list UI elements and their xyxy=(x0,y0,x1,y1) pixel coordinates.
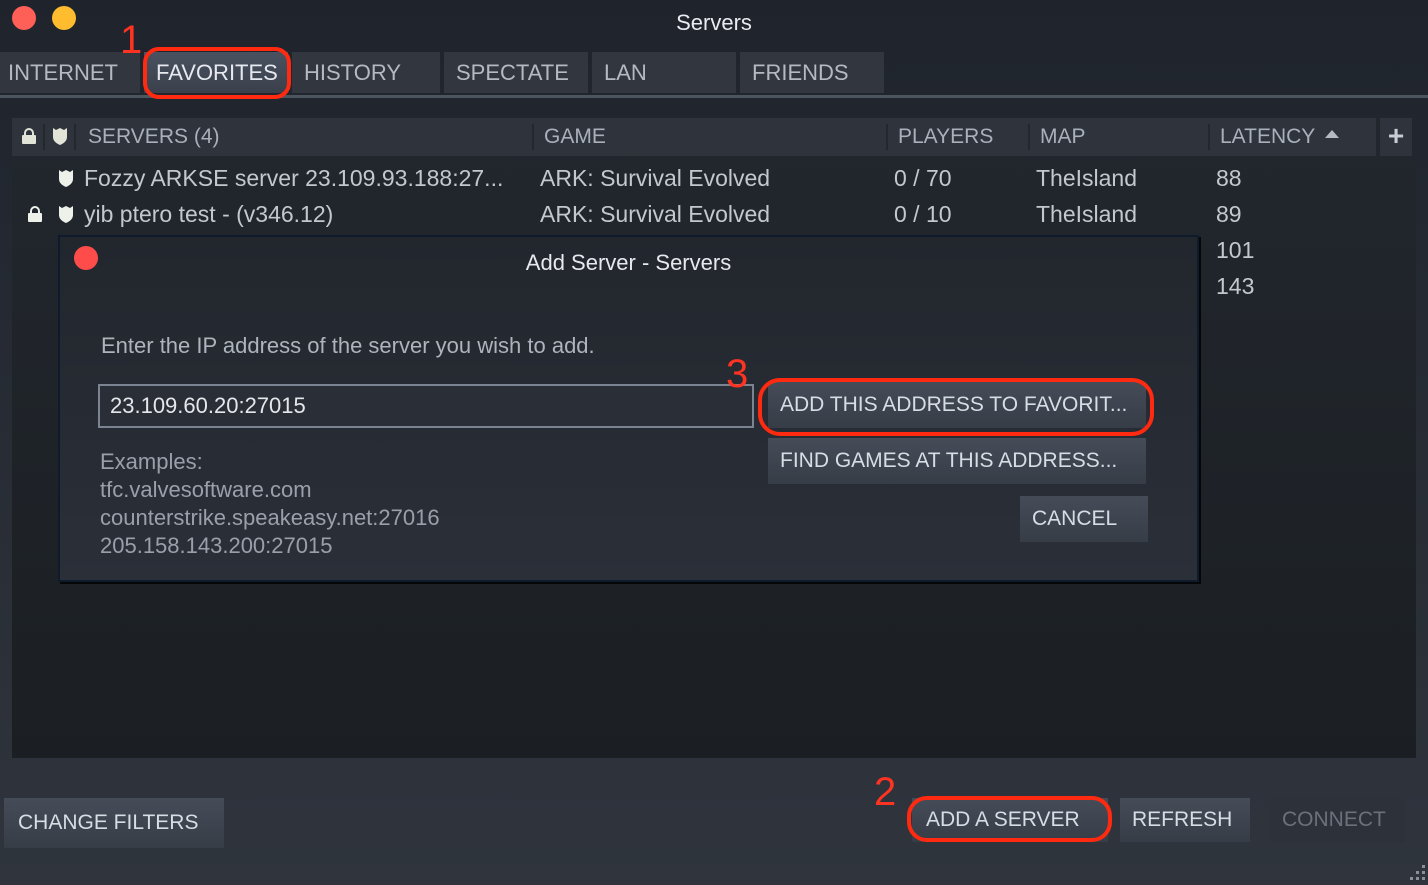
tab-spectate[interactable]: SPECTATE xyxy=(444,52,588,93)
dialog-prompt: Enter the IP address of the server you w… xyxy=(101,333,595,358)
shield-icon xyxy=(58,170,74,187)
server-name: Fozzy ARKSE server 23.109.93.188:27... xyxy=(84,165,504,191)
find-games-button[interactable]: FIND GAMES AT THIS ADDRESS... xyxy=(768,438,1146,484)
lock-icon xyxy=(28,206,42,222)
sort-ascending-icon xyxy=(1325,130,1340,139)
server-latency: 143 xyxy=(1216,273,1255,299)
server-players: 0 / 70 xyxy=(894,165,952,191)
server-latency: 101 xyxy=(1216,237,1255,263)
column-header-latency-label: LATENCY xyxy=(1220,125,1316,148)
column-header-servers[interactable]: SERVERS (4) xyxy=(88,118,220,156)
server-game: ARK: Survival Evolved xyxy=(540,165,771,191)
server-players: 0 / 10 xyxy=(894,201,952,227)
lock-icon[interactable] xyxy=(22,128,36,144)
shield-icon xyxy=(58,206,74,223)
tab-history[interactable]: HISTORY xyxy=(292,52,440,93)
change-filters-button[interactable]: CHANGE FILTERS xyxy=(4,798,224,848)
add-column-button[interactable]: + xyxy=(1380,118,1412,156)
column-header-players[interactable]: PLAYERS xyxy=(898,118,993,156)
tabs-divider xyxy=(0,95,1428,98)
examples-label: Examples: xyxy=(100,449,203,474)
connect-button: CONNECT xyxy=(1270,798,1405,842)
server-name: yib ptero test - (v346.12) xyxy=(84,201,334,227)
example-item: counterstrike.speakeasy.net:27016 xyxy=(100,505,440,530)
column-header-latency[interactable]: LATENCY xyxy=(1220,118,1340,156)
example-item: tfc.valvesoftware.com xyxy=(100,477,312,502)
ip-address-input[interactable] xyxy=(98,384,754,428)
annotation-step-3: 3 xyxy=(726,352,749,396)
column-header-game[interactable]: GAME xyxy=(544,118,606,156)
dialog-title: Add Server - Servers xyxy=(525,250,732,275)
example-item: 205.158.143.200:27015 xyxy=(100,533,333,558)
resize-grip-icon[interactable] xyxy=(1410,865,1426,881)
server-map: TheIsland xyxy=(1036,201,1138,227)
annotation-step-1: 1 xyxy=(120,18,143,62)
shield-icon[interactable] xyxy=(52,128,68,145)
cancel-button[interactable]: CANCEL xyxy=(1020,496,1148,542)
tab-internet[interactable]: INTERNET xyxy=(0,52,140,93)
column-header-map[interactable]: MAP xyxy=(1040,118,1086,156)
tab-friends[interactable]: FRIENDS xyxy=(740,52,884,93)
window-title: Servers xyxy=(676,10,752,35)
tab-lan[interactable]: LAN xyxy=(592,52,736,93)
refresh-button[interactable]: REFRESH xyxy=(1120,798,1250,842)
add-server-button[interactable]: ADD A SERVER xyxy=(912,798,1108,842)
server-latency: 88 xyxy=(1216,165,1242,191)
tab-favorites[interactable]: FAVORITES xyxy=(144,52,288,93)
annotation-step-2: 2 xyxy=(874,770,897,814)
server-game: ARK: Survival Evolved xyxy=(540,201,771,227)
add-to-favorites-button[interactable]: ADD THIS ADDRESS TO FAVORIT... xyxy=(768,382,1146,428)
examples-list: Examples: tfc.valvesoftware.com counters… xyxy=(100,448,440,560)
server-latency: 89 xyxy=(1216,201,1242,227)
server-map: TheIsland xyxy=(1036,165,1138,191)
